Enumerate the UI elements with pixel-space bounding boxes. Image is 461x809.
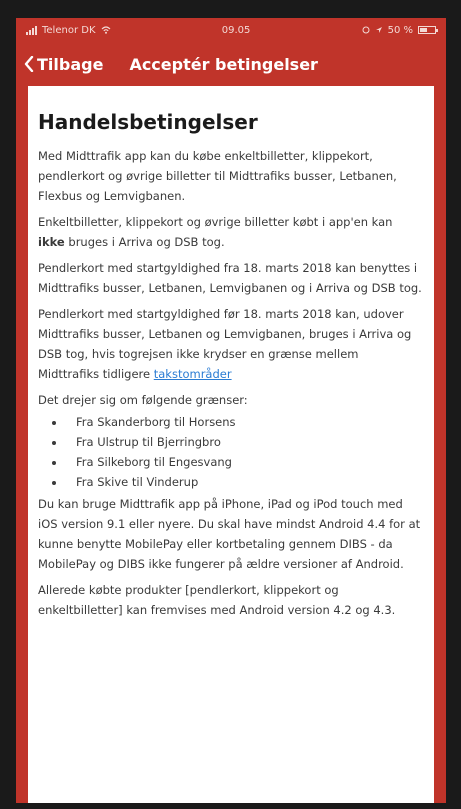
status-time: 09.05 [221, 24, 251, 36]
navigation-bar: Tilbage Acceptér betingelser [16, 42, 446, 86]
terms-paragraph-5: Det drejer sig om følgende grænser: [38, 393, 248, 407]
list-item: Fra Ulstrup til Bjerringbro [66, 432, 422, 452]
battery-percent: 50 % [387, 24, 413, 36]
list-item: Fra Silkeborg til Engesvang [66, 452, 422, 472]
list-item: Fra Skive til Vinderup [66, 472, 422, 492]
phone-screen: Telenor DK 09.05 50 % Tilbage Acceptér b… [16, 18, 446, 803]
wifi-icon [101, 26, 110, 34]
chevron-left-icon [24, 56, 34, 72]
terms-paragraph-6: Du kan bruge Midttrafik app på iPhone, i… [38, 497, 421, 571]
back-button[interactable]: Tilbage [24, 55, 103, 74]
terms-paragraph-7: Allerede købte produkter [pendlerkort, k… [38, 583, 396, 617]
screenshot-frame: Telenor DK 09.05 50 % Tilbage Acceptér b… [0, 0, 461, 809]
battery-icon [417, 26, 438, 34]
back-label: Tilbage [37, 54, 104, 74]
paragraph-2-text-end: bruges i Arriva og DSB tog. [64, 235, 225, 249]
paragraph-2-text-start: Enkeltbilletter, klippekort og øvrige bi… [38, 215, 393, 229]
terms-paragraph-2: Enkeltbilletter, klippekort og øvrige bi… [38, 212, 422, 252]
terms-paragraph-1: Med Midttrafik app kan du købe enkeltbil… [38, 149, 397, 203]
signal-icon [26, 25, 37, 35]
terms-content: Handelsbetingelser Med Midttrafik app ka… [16, 86, 446, 803]
borders-list: Fra Skanderborg til Horsens Fra Ulstrup … [38, 412, 422, 492]
status-left: Telenor DK [26, 25, 111, 36]
terms-paragraph-3: Pendlerkort med startgyldighed fra 18. m… [38, 261, 422, 295]
status-bar: Telenor DK 09.05 50 % [16, 18, 446, 42]
carrier-label: Telenor DK [42, 24, 96, 36]
paragraph-2-emphasis: ikke [38, 235, 65, 249]
location-arrow-icon [375, 27, 382, 33]
terms-paragraph-4: Pendlerkort med startgyldighed før 18. m… [38, 304, 422, 384]
status-right: 50 % [362, 24, 438, 36]
alarm-icon [362, 26, 370, 34]
list-item: Fra Skanderborg til Horsens [66, 412, 422, 432]
nav-title: Acceptér betingelser [129, 54, 318, 74]
takstomrader-link[interactable]: takstområder [154, 367, 232, 381]
battery-fill [419, 28, 427, 32]
page-heading: Handelsbetingelser [38, 110, 258, 134]
